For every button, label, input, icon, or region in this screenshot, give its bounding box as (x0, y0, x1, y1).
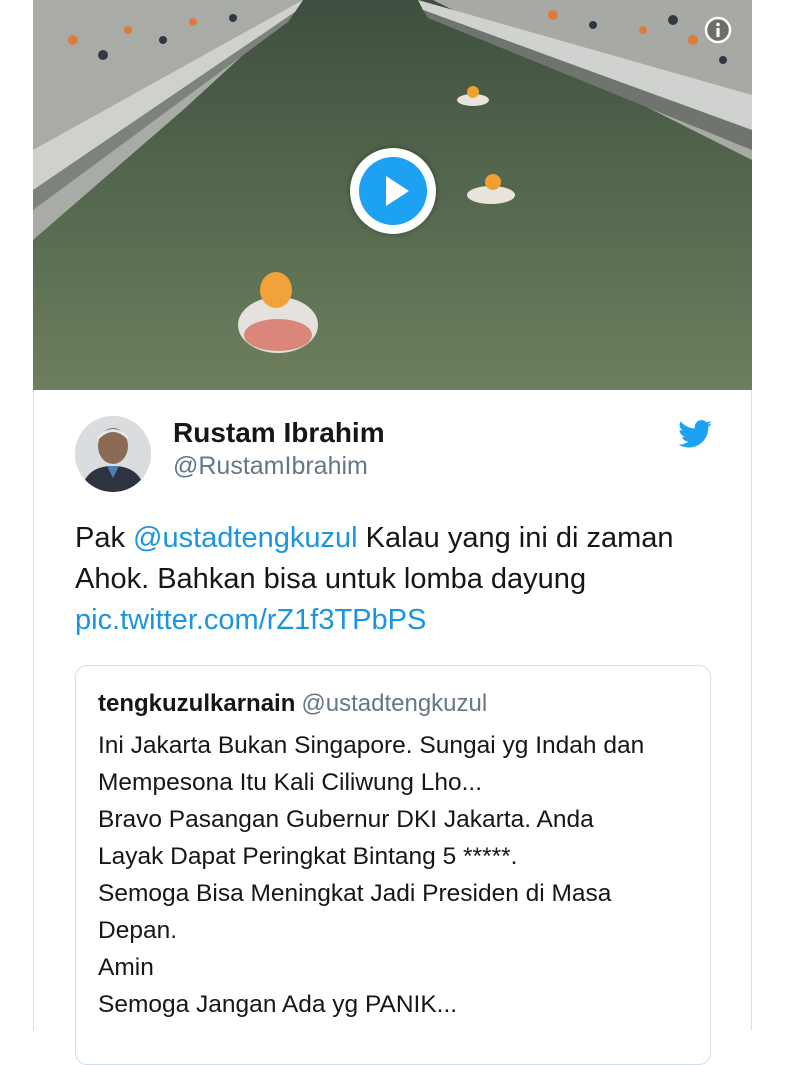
author-name[interactable]: Rustam Ibrahim (173, 417, 385, 449)
quoted-line: Amin (98, 954, 154, 981)
quoted-line: Semoga Bisa Meningkat Jadi Presiden di M… (98, 880, 612, 907)
quoted-tweet-header: tengkuzulkarnain @ustadtengkuzul (98, 690, 487, 718)
tweet-text-prefix: Pak (75, 522, 134, 554)
avatar[interactable] (75, 416, 151, 492)
quoted-line: Bravo Pasangan Gubernur DKI Jakarta. And… (98, 806, 594, 833)
avatar-photo (75, 416, 151, 492)
play-button[interactable] (350, 148, 436, 234)
tweet-line-1: Pak @ustadtengkuzul Kalau yang ini di za… (75, 518, 725, 559)
quoted-author-name[interactable]: tengkuzulkarnain (98, 690, 295, 717)
author-handle[interactable]: @RustamIbrahim (173, 452, 368, 481)
tweet-line-2: Ahok. Bahkan bisa untuk lomba dayung (75, 563, 587, 595)
pic-link[interactable]: pic.twitter.com/rZ1f3TPbPS (75, 600, 725, 641)
quoted-line: Layak Dapat Peringkat Bintang 5 *****. (98, 843, 518, 870)
quoted-line: Semoga Jangan Ada yg PANIK... (98, 991, 458, 1018)
quoted-line: Depan. (98, 917, 178, 944)
tweet-text-line1-rest: Kalau yang ini di zaman (357, 522, 674, 554)
tweet-card: Rustam Ibrahim @RustamIbrahim Pak @ustad… (33, 390, 752, 1065)
twitter-bird-icon[interactable] (678, 420, 712, 448)
quoted-author-handle[interactable]: @ustadtengkuzul (301, 690, 487, 717)
mention-link[interactable]: @ustadtengkuzul (133, 522, 358, 554)
quoted-tweet[interactable]: tengkuzulkarnain @ustadtengkuzul Ini Jaka… (75, 665, 711, 1065)
play-icon (386, 176, 409, 206)
quoted-line: Mempesona Itu Kali Ciliwung Lho... (98, 769, 483, 796)
quoted-line: Ini Jakarta Bukan Singapore. Sungai yg I… (98, 732, 645, 759)
tweet-text: Pak @ustadtengkuzul Kalau yang ini di za… (75, 518, 725, 641)
quoted-tweet-text: Ini Jakarta Bukan Singapore. Sungai yg I… (98, 727, 698, 1023)
info-icon[interactable] (704, 16, 732, 44)
video-thumbnail[interactable] (33, 0, 752, 390)
